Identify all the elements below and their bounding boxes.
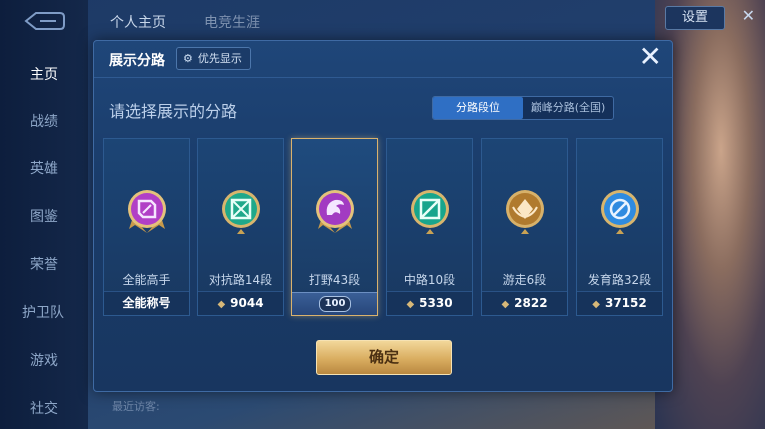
- peak-score: 37152: [604, 296, 647, 310]
- peak-score: 2822: [514, 296, 548, 310]
- lane-card-mid[interactable]: 中路10段 ◆ 5330: [386, 138, 473, 316]
- sidebar-item-games[interactable]: 游戏: [0, 350, 88, 370]
- mode-tabs: 分路段位 巅峰分路(全国): [432, 96, 614, 120]
- sidebar: 主页 战绩 英雄 图鉴 荣誉 护卫队 游戏 社交: [0, 0, 88, 429]
- back-icon[interactable]: [22, 10, 66, 32]
- lane-name: 发育路32段: [587, 273, 652, 287]
- peak-gem-icon: ◆: [592, 299, 600, 310]
- peak-gem-icon: ◆: [501, 299, 510, 310]
- mid-lane-icon: [411, 190, 449, 234]
- lane-card-all-round[interactable]: 全能高手 全能称号: [103, 138, 190, 316]
- tab-lane-rank[interactable]: 分路段位: [433, 97, 523, 119]
- lane-footer: ◆ 37152: [577, 291, 662, 315]
- sidebar-item-guard[interactable]: 护卫队: [0, 302, 88, 322]
- star-count: 100: [319, 296, 351, 312]
- sidebar-item-codex[interactable]: 图鉴: [0, 206, 88, 226]
- confirm-button[interactable]: 确定: [316, 340, 452, 375]
- settings-button[interactable]: 设置: [665, 6, 725, 30]
- lane-footer: ◆ 5330: [387, 291, 472, 315]
- dialog-title: 展示分路: [109, 53, 165, 69]
- sidebar-item-social[interactable]: 社交: [0, 398, 88, 418]
- lane-footer: ◆ 2822: [482, 291, 567, 315]
- peak-gem-icon: ◆: [406, 299, 415, 310]
- clash-lane-icon: [222, 190, 260, 234]
- dialog-header: 展示分路 ⚙ 优先显示 ✕: [94, 41, 672, 78]
- sidebar-item-honor[interactable]: 荣誉: [0, 254, 88, 274]
- lane-card-jungle[interactable]: 打野43段 100: [291, 138, 378, 316]
- dialog-subtitle: 请选择展示的分路: [109, 102, 238, 121]
- farm-lane-icon: [601, 190, 639, 234]
- lane-footer: ◆ 9044: [198, 291, 283, 315]
- recent-visitors-label: 最近访客:: [112, 400, 160, 413]
- peak-score: 5330: [419, 296, 453, 310]
- peak-gem-icon: ◆: [217, 299, 226, 310]
- dragon-icon: [316, 190, 354, 233]
- tab-esports-career[interactable]: 电竞生涯: [204, 12, 260, 32]
- gear-icon: ⚙: [183, 52, 193, 65]
- peak-score: 9044: [230, 296, 264, 310]
- top-close-icon[interactable]: ✕: [742, 6, 755, 25]
- lane-card-farm[interactable]: 发育路32段 ◆ 37152: [576, 138, 663, 316]
- close-icon[interactable]: ✕: [639, 43, 662, 71]
- priority-display-label: 优先显示: [197, 52, 242, 65]
- lane-name: 中路10段: [403, 273, 456, 287]
- lane-name: 全能高手: [122, 273, 171, 287]
- priority-display-button[interactable]: ⚙ 优先显示: [176, 47, 251, 70]
- lane-card-clash[interactable]: 对抗路14段 ◆ 9044: [197, 138, 284, 316]
- lane-display-dialog: 展示分路 ⚙ 优先显示 ✕ 请选择展示的分路 分路段位 巅峰分路(全国) 全能高手…: [93, 40, 673, 392]
- tab-personal-home[interactable]: 个人主页: [110, 12, 166, 32]
- star-count-banner: 100: [292, 292, 377, 315]
- roam-icon: [506, 190, 544, 234]
- lane-footer: 全能称号: [104, 291, 189, 315]
- all-round-icon: [128, 190, 166, 233]
- sidebar-item-records[interactable]: 战绩: [0, 111, 88, 131]
- lane-name: 打野43段: [308, 273, 361, 287]
- lane-name: 对抗路14段: [208, 273, 273, 287]
- sidebar-item-home[interactable]: 主页: [0, 64, 88, 84]
- title-text: 全能称号: [122, 296, 171, 310]
- tab-peak-lane[interactable]: 巅峰分路(全国): [523, 97, 613, 119]
- lane-name: 游走6段: [502, 273, 547, 287]
- sidebar-item-heroes[interactable]: 英雄: [0, 158, 88, 178]
- lane-card-roam[interactable]: 游走6段 ◆ 2822: [481, 138, 568, 316]
